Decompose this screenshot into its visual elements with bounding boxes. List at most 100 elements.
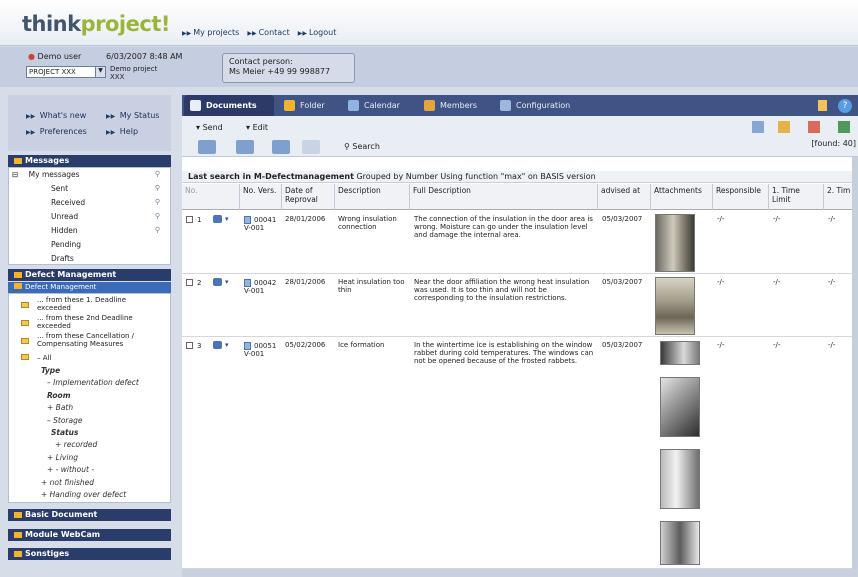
tree-bath[interactable]: + Bath	[47, 403, 73, 412]
link-help[interactable]: ▶▶ Help	[106, 127, 138, 136]
send-mail-icon[interactable]	[272, 140, 290, 154]
row-checkbox[interactable]	[186, 342, 193, 349]
tab-documents[interactable]: Documents	[184, 95, 274, 116]
col-full-description[interactable]: Full Description	[410, 184, 598, 210]
folder-icon	[21, 302, 29, 308]
nav-contact[interactable]: ▶▶ Contact	[247, 28, 289, 37]
msg-unread[interactable]: Unread	[51, 212, 78, 221]
messages-root[interactable]: ⊟ My messages	[12, 170, 80, 179]
help-icon[interactable]: ?	[838, 99, 852, 113]
tab-members[interactable]: Members	[418, 95, 488, 116]
attachment-thumbnail[interactable]	[660, 377, 700, 437]
tab-folder[interactable]: Folder	[278, 95, 338, 116]
row-full-description: Near the door affiliation the wrong heat…	[414, 278, 590, 302]
basic-document-header[interactable]: Basic Document	[8, 509, 171, 521]
table-row[interactable]: 3 ▾ 00051 V-001 05/02/2006 Ice formation…	[182, 337, 858, 569]
attachment-thumbnail[interactable]	[655, 214, 695, 272]
attachment-thumbnail[interactable]	[655, 277, 695, 335]
table-row[interactable]: 1 ▾ 00041 V-001 28/01/2006 Wrong insulat…	[182, 211, 858, 274]
attachment-thumbnail[interactable]	[660, 521, 700, 565]
defect-item-2[interactable]: ... from these 2nd Deadline exceeded	[37, 314, 147, 330]
defect-subheader[interactable]: Defect Management	[8, 282, 171, 293]
pin-icon[interactable]: ⚲	[155, 170, 160, 178]
mail-icon[interactable]	[213, 278, 222, 286]
pin-icon[interactable]: ⚲	[155, 198, 160, 206]
attachment-thumbnail[interactable]	[660, 341, 700, 365]
pin-icon[interactable]: ⚲	[155, 184, 160, 192]
folder-icon	[14, 531, 22, 538]
mail-icon[interactable]	[213, 215, 222, 223]
dropdown-icon[interactable]: ▾	[225, 341, 229, 349]
new-entry-icon[interactable]	[198, 140, 216, 154]
edit-entry-icon[interactable]	[236, 140, 254, 154]
row-responsible: -/-	[717, 341, 725, 349]
row-checkbox[interactable]	[186, 279, 193, 286]
folder-icon	[14, 271, 22, 278]
col-time-limit-1[interactable]: 1. Time Limit	[769, 184, 824, 210]
send-menu[interactable]: ▾ Send	[196, 123, 223, 132]
document-icon[interactable]	[244, 342, 251, 350]
dropdown-icon[interactable]: ▾	[225, 278, 229, 286]
pdf-icon[interactable]	[808, 121, 820, 133]
chevron-down-icon[interactable]: ▼	[95, 67, 105, 77]
pin-icon[interactable]: ⚲	[155, 226, 160, 234]
attach-icon[interactable]	[778, 121, 790, 133]
row-checkbox[interactable]	[186, 216, 193, 223]
msg-drafts[interactable]: Drafts	[51, 254, 74, 263]
msg-received[interactable]: Received	[51, 198, 85, 207]
tree-type: Type	[41, 366, 61, 375]
sonstiges-header[interactable]: Sonstiges	[8, 548, 171, 560]
col-advised[interactable]: advised at	[598, 184, 651, 210]
document-icon[interactable]	[244, 279, 251, 287]
col-attachments[interactable]: Attachments	[651, 184, 713, 210]
tab-configuration[interactable]: Configuration	[494, 95, 584, 116]
pin-icon[interactable]: ⚲	[155, 212, 160, 220]
top-nav: ▶▶ My projects ▶▶ Contact ▶▶ Logout	[182, 28, 336, 37]
msg-pending[interactable]: Pending	[51, 240, 81, 249]
defect-item-3[interactable]: ... from these Cancellation / Compensati…	[37, 332, 157, 348]
tree-not-finished[interactable]: + not finished	[41, 478, 94, 487]
webcam-header[interactable]: Module WebCam	[8, 529, 171, 541]
tree-without[interactable]: + - without -	[47, 465, 94, 474]
col-date[interactable]: Date of Reproval	[282, 184, 335, 210]
row-no: 00051	[254, 342, 277, 350]
search-header: Last search in M-Defectmanagement Groupe…	[182, 171, 858, 183]
vertical-scrollbar[interactable]	[852, 157, 858, 577]
col-no-vers[interactable]: No. Vers.	[240, 184, 282, 210]
tree-recorded[interactable]: + recorded	[55, 440, 97, 449]
tab-calendar[interactable]: Calendar	[342, 95, 412, 116]
project-select[interactable]: PROJECT XXX ▼	[26, 66, 106, 78]
attachment-thumbnail[interactable]	[660, 449, 700, 509]
tree-handing-over[interactable]: + Handing over defect	[41, 490, 126, 499]
search-button[interactable]: ⚲ Search	[344, 142, 380, 151]
document-icon[interactable]	[244, 216, 251, 224]
row-number: 3	[197, 342, 202, 350]
messages-header[interactable]: Messages	[8, 155, 171, 167]
edit-menu[interactable]: ▾ Edit	[246, 123, 268, 132]
disabled-action-icon[interactable]	[302, 140, 320, 154]
dropdown-icon[interactable]: ▾	[225, 215, 229, 223]
nav-logout[interactable]: ▶▶ Logout	[298, 28, 337, 37]
excel-icon[interactable]	[838, 121, 850, 133]
configuration-icon	[500, 100, 511, 111]
mail-icon[interactable]	[213, 341, 222, 349]
copy-icon[interactable]	[752, 121, 764, 133]
msg-sent[interactable]: Sent	[51, 184, 68, 193]
defect-header[interactable]: Defect Management	[8, 269, 171, 281]
tree-living[interactable]: + Living	[47, 453, 78, 462]
col-responsible[interactable]: Responsible	[713, 184, 769, 210]
link-my-status[interactable]: ▶▶ My Status	[106, 111, 159, 120]
table-row[interactable]: 2 ▾ 00042 V-001 28/01/2006 Heat insulati…	[182, 274, 858, 337]
defect-item-all[interactable]: – All	[37, 354, 51, 362]
msg-hidden[interactable]: Hidden	[51, 226, 78, 235]
defect-item-1[interactable]: ... from these 1. Deadline exceeded	[37, 296, 147, 312]
tree-storage[interactable]: – Storage	[47, 416, 83, 425]
horizontal-scrollbar[interactable]	[182, 569, 858, 577]
col-description[interactable]: Description	[335, 184, 410, 210]
nav-my-projects[interactable]: ▶▶ My projects	[182, 28, 239, 37]
tree-impl-defect[interactable]: – Implementation defect	[47, 378, 139, 387]
link-preferences[interactable]: ▶▶ Preferences	[26, 127, 87, 136]
link-whats-new[interactable]: ▶▶ What's new	[26, 111, 86, 120]
col-no[interactable]: No.	[182, 184, 240, 210]
document-icon[interactable]	[818, 100, 827, 111]
